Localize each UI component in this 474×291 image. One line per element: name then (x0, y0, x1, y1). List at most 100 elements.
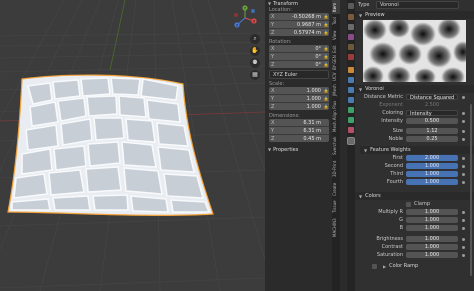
keyframe-dot-icon[interactable] (462, 245, 465, 249)
lock-icon[interactable]: 🔒 (323, 104, 329, 109)
grid-toggle-icon[interactable]: ▦ (250, 70, 260, 80)
scale-z-field[interactable]: Z 1.000 🔒 (269, 103, 329, 110)
scene-tab-icon[interactable] (348, 44, 354, 50)
dimensions-z-field[interactable]: Z 0.45 m (269, 135, 329, 142)
modifier-tab-icon[interactable] (348, 77, 354, 83)
constraints-tab-icon[interactable] (348, 107, 354, 113)
clamp-checkbox[interactable]: Clamp (406, 201, 430, 207)
world-tab-icon[interactable] (348, 54, 354, 60)
multiply-b-field[interactable]: 1.000 (406, 225, 458, 231)
keyframe-dot-icon[interactable] (462, 119, 465, 123)
transform-title: Transform (273, 0, 298, 7)
tab-bygen[interactable]: BY-GEN (332, 55, 340, 70)
render-tab-icon[interactable] (348, 14, 354, 20)
size-field[interactable]: 1.12 (406, 128, 458, 134)
preview-header[interactable]: ▼ Preview (355, 11, 474, 19)
zoom-icon[interactable]: ⌕ (250, 34, 260, 44)
view-layer-tab-icon[interactable] (348, 34, 354, 40)
particles-tab-icon[interactable] (348, 87, 354, 93)
voronoi-mesh-object[interactable] (7, 74, 214, 216)
tab-tool[interactable]: Tool (332, 15, 340, 28)
keyframe-dot-icon[interactable] (462, 156, 465, 160)
navigation-gizmo[interactable]: Y X Z (232, 5, 258, 31)
tab-jmesh[interactable]: JMesh (332, 83, 340, 97)
voronoi-header[interactable]: ▼ Voronoi (355, 85, 474, 93)
noble-field[interactable]: 0.25 (406, 136, 458, 142)
weight-fourth-field[interactable]: 1.000 (406, 179, 458, 185)
keyframe-dot-icon[interactable] (462, 164, 465, 168)
data-tab-icon[interactable] (348, 117, 354, 123)
pan-hand-icon[interactable]: ✋ (250, 46, 260, 56)
rotation-x-field[interactable]: X 0° 🔒 (269, 45, 329, 53)
lock-icon[interactable]: 🔒 (323, 14, 329, 19)
3d-viewport[interactable]: Y X Z ⌕ ✋ ⚉ ▦ (0, 0, 265, 291)
lock-icon[interactable]: 🔒 (323, 88, 329, 93)
dimensions-y-field[interactable]: Y 6.31 m (269, 127, 329, 135)
brightness-field[interactable]: 1.000 (406, 236, 458, 242)
rotation-z-field[interactable]: Z 0° 🔒 (269, 61, 329, 68)
properties-scrollbar[interactable] (470, 104, 472, 276)
lock-icon[interactable]: 🔒 (323, 22, 329, 27)
rotation-y-field[interactable]: Y 0° 🔒 (269, 53, 329, 61)
keyframe-dot-icon[interactable] (462, 180, 465, 184)
weight-third-field[interactable]: 1.000 (406, 171, 458, 177)
keyframe-dot-icon[interactable] (462, 218, 465, 222)
coloring-dropdown[interactable]: Intensity (406, 110, 458, 117)
keyframe-dot-icon[interactable] (462, 237, 465, 241)
tab-view[interactable]: View (332, 29, 340, 42)
tab-ucv[interactable]: UCV (332, 71, 340, 82)
color-ramp-checkbox[interactable] (372, 263, 377, 269)
camera-icon[interactable]: ⚉ (250, 58, 260, 68)
keyframe-dot-icon[interactable] (462, 137, 465, 141)
rotation-mode-dropdown[interactable]: XYZ Euler (269, 70, 329, 79)
multiply-g-field[interactable]: 1.000 (406, 217, 458, 223)
lock-icon[interactable]: 🔒 (323, 96, 329, 101)
tab-3d-print[interactable]: 3D-Print (332, 158, 340, 180)
keyframe-dot-icon[interactable] (462, 172, 465, 176)
location-z-field[interactable]: Z 0.57974 m 🔒 (269, 29, 329, 36)
tab-tissue[interactable]: Tissue (332, 199, 340, 215)
physics-tab-icon[interactable] (348, 97, 354, 103)
scale-x-field[interactable]: X 1.000 🔒 (269, 87, 329, 95)
texture-tab-icon[interactable] (347, 137, 355, 145)
tab-sverchok[interactable]: Sverchok (332, 135, 340, 157)
lock-icon[interactable]: 🔒 (323, 62, 329, 67)
scale-y-field[interactable]: Y 1.000 🔒 (269, 95, 329, 103)
tool-tab-icon[interactable] (348, 3, 354, 9)
contrast-label: Contrast (381, 244, 403, 250)
keyframe-dot-icon[interactable] (462, 129, 465, 133)
exponent-label: Exponent (379, 102, 403, 108)
weight-first-field[interactable]: 2.000 (406, 155, 458, 161)
feature-weights-header[interactable]: ▼ Feature Weights (360, 146, 474, 154)
tab-create[interactable]: Create (332, 181, 340, 198)
lock-icon[interactable]: 🔒 (323, 30, 329, 35)
colors-header[interactable]: ▼ Colors (355, 192, 474, 200)
keyframe-dot-icon[interactable] (462, 253, 465, 257)
object-tab-icon[interactable] (348, 67, 354, 73)
texture-type-dropdown[interactable]: Voronoi (376, 1, 459, 9)
output-tab-icon[interactable] (348, 24, 354, 30)
tab-edit[interactable]: Edit (332, 43, 340, 55)
multiply-r-field[interactable]: 1.000 (406, 209, 458, 215)
intensity-field[interactable]: 0.500 (406, 118, 458, 124)
lock-icon[interactable]: 🔒 (323, 46, 329, 51)
transform-header[interactable]: ▼ Transform (265, 0, 332, 7)
saturation-field[interactable]: 1.000 (406, 252, 458, 258)
tab-mesh-align-plus[interactable]: Mesh Align Plus (332, 98, 340, 134)
contrast-field[interactable]: 1.000 (406, 244, 458, 250)
tab-item[interactable]: Item (332, 0, 340, 14)
keyframe-dot-icon[interactable] (462, 210, 465, 214)
weight-second-field[interactable]: 1.000 (406, 163, 458, 169)
keyframe-dot-icon[interactable] (462, 226, 465, 230)
keyframe-dot-icon[interactable] (462, 111, 465, 115)
multiply-r-label: Multiply R (378, 209, 403, 215)
dimensions-x-field[interactable]: X 6.31 m (269, 119, 329, 127)
distance-metric-dropdown[interactable]: Distance Squared (406, 94, 458, 101)
keyframe-dot-icon[interactable] (462, 95, 465, 99)
properties-header[interactable]: ▼ Properties (265, 146, 332, 153)
location-y-field[interactable]: Y 0.9687 m 🔒 (269, 21, 329, 29)
location-x-field[interactable]: X -0.50268 m 🔒 (269, 13, 329, 21)
tab-machin3[interactable]: MACHIN3 (332, 216, 340, 240)
lock-icon[interactable]: 🔒 (323, 54, 329, 59)
material-tab-icon[interactable] (348, 127, 354, 133)
